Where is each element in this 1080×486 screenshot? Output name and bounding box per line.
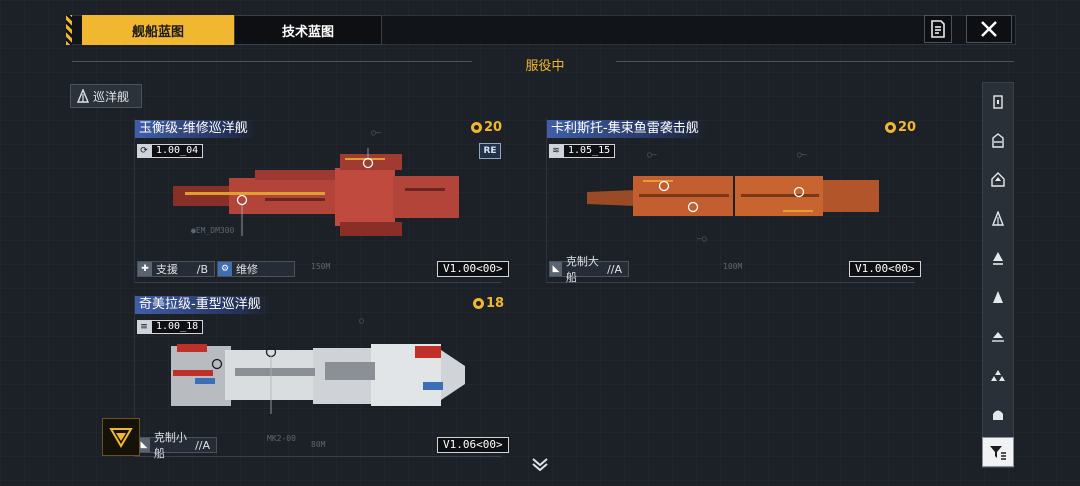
ship-card[interactable]: 奇美拉级-重型巡洋舰 ≡ 1.00_18 18 ○ MK2-00 80M ◣ 克…	[134, 294, 509, 460]
class-filter-label: 巡洋舰	[93, 89, 130, 104]
anti-large-icon: ◣	[550, 262, 562, 276]
section-divider-left	[72, 61, 472, 62]
sidebar-item-class-9[interactable]	[982, 399, 1014, 429]
ship-class-7-icon	[992, 332, 1004, 342]
ship-cost: 18	[473, 296, 504, 311]
blueprint-annotation: 100M	[723, 262, 743, 271]
heavy-cannon-icon: ≡	[137, 320, 151, 334]
tab-tech-blueprints[interactable]: 技术蓝图	[234, 15, 382, 45]
sidebar-item-class-2[interactable]	[982, 126, 1014, 156]
ship-class-6-icon	[993, 291, 1003, 303]
ship-name: 玉衡级-维修巡洋舰	[135, 120, 256, 138]
ship-version: ≋ 1.05_15	[549, 144, 616, 158]
blueprint-annotation: ○—	[797, 150, 807, 159]
filter-button[interactable]	[982, 437, 1014, 467]
ship-cost: 20	[471, 120, 502, 135]
role-tag: ◣ 克制大船 //A	[549, 255, 629, 284]
sidebar-item-class-5[interactable]	[982, 243, 1014, 273]
ship-version-string: V1.00<00>	[437, 261, 509, 277]
ship-class-8-icon	[991, 370, 1005, 381]
ship-name: 卡利斯托-集束鱼雷袭击舰	[547, 120, 707, 138]
blueprint-annotation: ●EM_DM300	[191, 226, 235, 235]
ship-class-4-icon	[992, 211, 1004, 226]
document-icon	[931, 20, 945, 38]
ship-version-string: V1.00<00>	[849, 261, 921, 277]
sidebar-item-class-6[interactable]	[982, 282, 1014, 312]
rank-badge[interactable]	[102, 418, 140, 456]
sidebar-item-class-4[interactable]	[982, 204, 1014, 234]
re-badge: RE	[479, 143, 501, 159]
sidebar-item-class-1[interactable]	[982, 87, 1014, 117]
ship-class-2-icon	[992, 133, 1004, 148]
blueprint-annotation: 80M	[311, 440, 326, 449]
ship-class-9-icon	[993, 410, 1003, 420]
tab-stripe-decoration	[66, 15, 72, 45]
chevron-down-icon	[532, 458, 548, 472]
cruiser-class-icon	[77, 89, 89, 103]
tab-ship-blueprints[interactable]: 舰船蓝图	[82, 15, 234, 45]
blueprint-annotation: 150M	[311, 262, 331, 271]
ship-card[interactable]: 卡利斯托-集束鱼雷袭击舰 ≋ 1.05_15 20 ○— ○— —○ 100M …	[546, 118, 921, 284]
ship-version: ≡ 1.00_18	[137, 320, 204, 334]
close-icon	[981, 21, 997, 37]
blueprint-annotation: MK2-00	[267, 434, 296, 443]
coin-icon	[471, 122, 482, 133]
notes-button[interactable]	[924, 15, 952, 43]
close-button[interactable]	[966, 15, 1012, 43]
section-title: 服役中	[525, 59, 565, 74]
blueprint-annotation: ○—	[371, 128, 381, 137]
chevron-rank-icon	[109, 428, 133, 448]
coin-icon	[885, 122, 896, 133]
ship-class-3-icon	[991, 172, 1005, 187]
role-tag: ◣ 克制小船 //A	[137, 431, 217, 460]
scroll-down-indicator[interactable]	[530, 456, 550, 472]
repair-icon: ⟳	[137, 144, 151, 158]
ship-name: 奇美拉级-重型巡洋舰	[135, 296, 269, 314]
sidebar-item-class-3[interactable]	[982, 165, 1014, 195]
ship-card[interactable]: 玉衡级-维修巡洋舰 ⟳ 1.00_04 20 RE ○— ●EM_DM300 1…	[134, 118, 509, 283]
ship-class-5-icon	[993, 252, 1003, 265]
coin-icon	[473, 298, 484, 309]
class-filter-chip[interactable]: 巡洋舰	[70, 84, 142, 108]
repair-tool-icon: ⚙	[218, 262, 232, 276]
version-number: 1.05_15	[563, 144, 616, 158]
blueprint-annotation: —○	[697, 234, 707, 243]
ship-cost: 20	[885, 120, 916, 135]
blueprint-annotation: ○	[359, 316, 364, 325]
blueprint-annotation: ○—	[647, 150, 657, 159]
version-number: 1.00_18	[151, 320, 204, 334]
support-icon: ✚	[138, 262, 152, 276]
ship-image	[171, 344, 465, 414]
ship-class-1-icon	[993, 95, 1003, 109]
role-tag: ✚ 支援 /B	[137, 261, 215, 277]
role-tag: ⚙ 维修	[217, 261, 295, 277]
torpedo-icon: ≋	[549, 144, 563, 158]
ship-image	[587, 176, 879, 216]
section-divider-right	[616, 61, 1014, 62]
filter-icon	[990, 446, 1006, 460]
sidebar-item-class-8[interactable]	[982, 360, 1014, 390]
sidebar-item-class-7[interactable]	[982, 321, 1014, 351]
ship-version-string: V1.06<00>	[437, 437, 509, 453]
